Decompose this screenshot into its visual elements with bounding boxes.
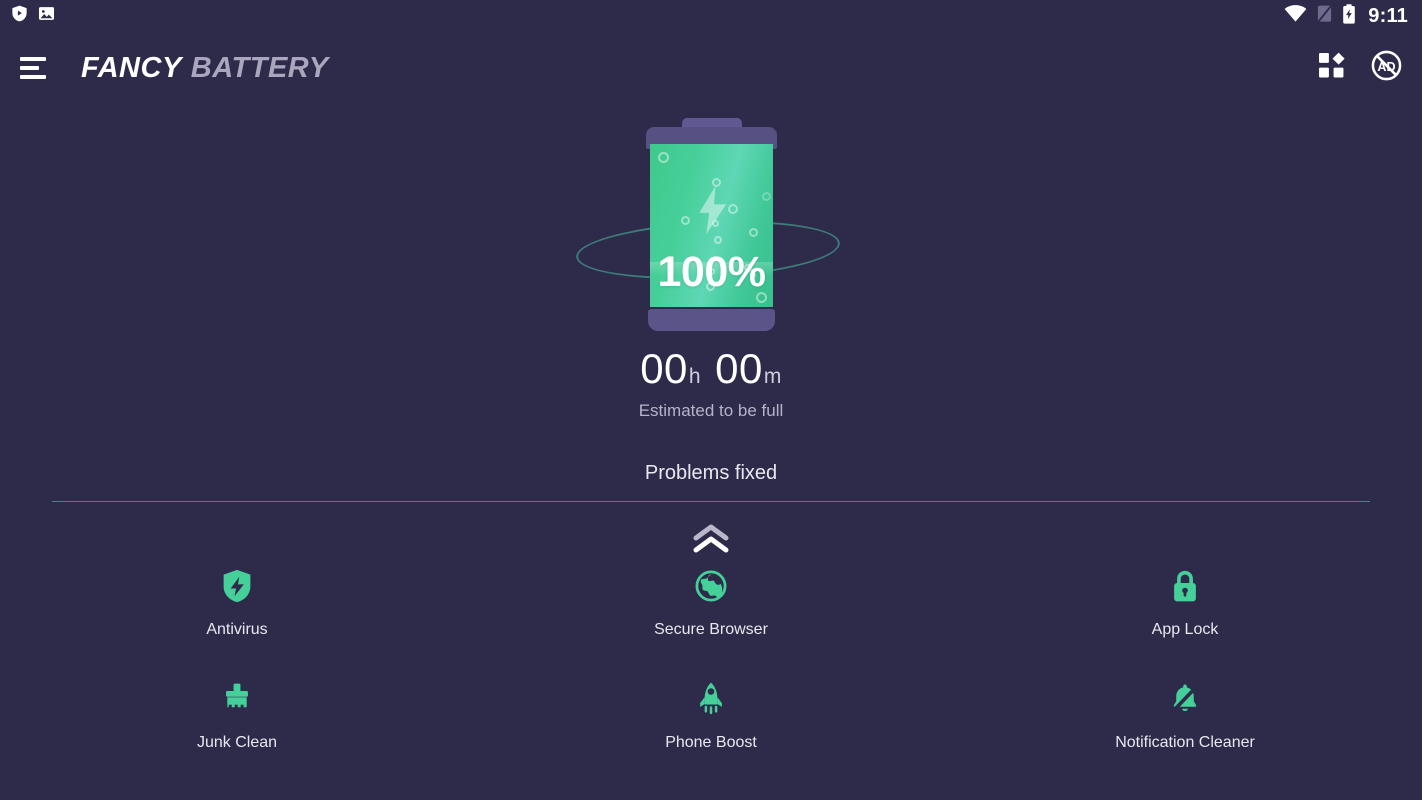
feature-label: Antivirus [206, 621, 268, 638]
battery-percent-label: 100% [657, 248, 766, 296]
estimate-time: 00h 00m [0, 348, 1422, 390]
feature-antivirus[interactable]: Antivirus [0, 566, 474, 639]
bubble [681, 216, 690, 225]
play-protect-icon [10, 4, 29, 28]
battery-base [648, 309, 775, 331]
estimate-minutes-unit: m [763, 365, 782, 388]
feature-grid: Antivirus Secure Browser App Lock Junk C… [0, 566, 1422, 752]
globe-icon [691, 566, 731, 606]
brand-primary: FANCY [81, 51, 182, 84]
estimate-minutes: 00 [715, 345, 763, 392]
rocket-icon [691, 679, 731, 719]
feature-label: Notification Cleaner [1115, 734, 1255, 751]
bubble [714, 236, 722, 244]
double-chevron-up-icon[interactable] [689, 524, 733, 554]
feature-label: Phone Boost [665, 734, 757, 751]
status-bar-system-icons: 9:11 [1284, 3, 1408, 29]
bubble [712, 220, 719, 227]
feature-secure-browser[interactable]: Secure Browser [474, 566, 948, 639]
bubble [762, 192, 771, 201]
image-icon [37, 4, 56, 28]
apps-grid-icon[interactable] [1318, 52, 1345, 84]
estimate-hours-unit: h [688, 365, 702, 388]
feature-phone-boost[interactable]: Phone Boost [474, 679, 948, 752]
status-message: Problems fixed [644, 462, 778, 484]
feature-label: App Lock [1151, 621, 1219, 638]
status-bar-clock: 9:11 [1368, 4, 1408, 27]
status-bar: 9:11 [0, 0, 1422, 32]
status-bar-notifications [10, 4, 56, 28]
no-signal-icon [1316, 4, 1333, 28]
estimate-caption: Estimated to be full [638, 401, 784, 420]
bubble [728, 204, 738, 214]
brand-secondary: BATTERY [190, 51, 329, 84]
app-bar: FANCYBATTERY AD [0, 32, 1422, 104]
lock-icon [1165, 566, 1205, 606]
feature-app-lock[interactable]: App Lock [948, 566, 1422, 639]
page-title: FANCY BATTERY [81, 52, 329, 85]
battery-charging-icon [1342, 3, 1356, 29]
no-ads-icon[interactable]: AD [1371, 50, 1402, 86]
bell-slash-icon [1165, 679, 1205, 719]
shield-bolt-icon [217, 566, 257, 606]
charge-estimate: 00h 00m Estimated to be full [0, 348, 1422, 421]
estimate-hours: 00 [640, 345, 688, 392]
feature-notification-cleaner[interactable]: Notification Cleaner [948, 679, 1422, 752]
bubble [749, 228, 758, 237]
broom-icon [217, 679, 257, 719]
battery-visual: 100% [0, 104, 1422, 334]
feature-label: Secure Browser [654, 621, 768, 638]
app-bar-actions: AD [1318, 50, 1402, 86]
battery-fill: 100% [650, 144, 773, 307]
hamburger-menu-icon[interactable] [20, 57, 50, 79]
bubble [658, 152, 669, 163]
bubble [712, 178, 721, 187]
section-divider [52, 501, 1370, 502]
battery-graphic: 100% [646, 118, 777, 331]
feature-junk-clean[interactable]: Junk Clean [0, 679, 474, 752]
charging-bolt-icon [695, 186, 729, 239]
wifi-icon [1284, 4, 1307, 28]
feature-label: Junk Clean [196, 734, 278, 751]
